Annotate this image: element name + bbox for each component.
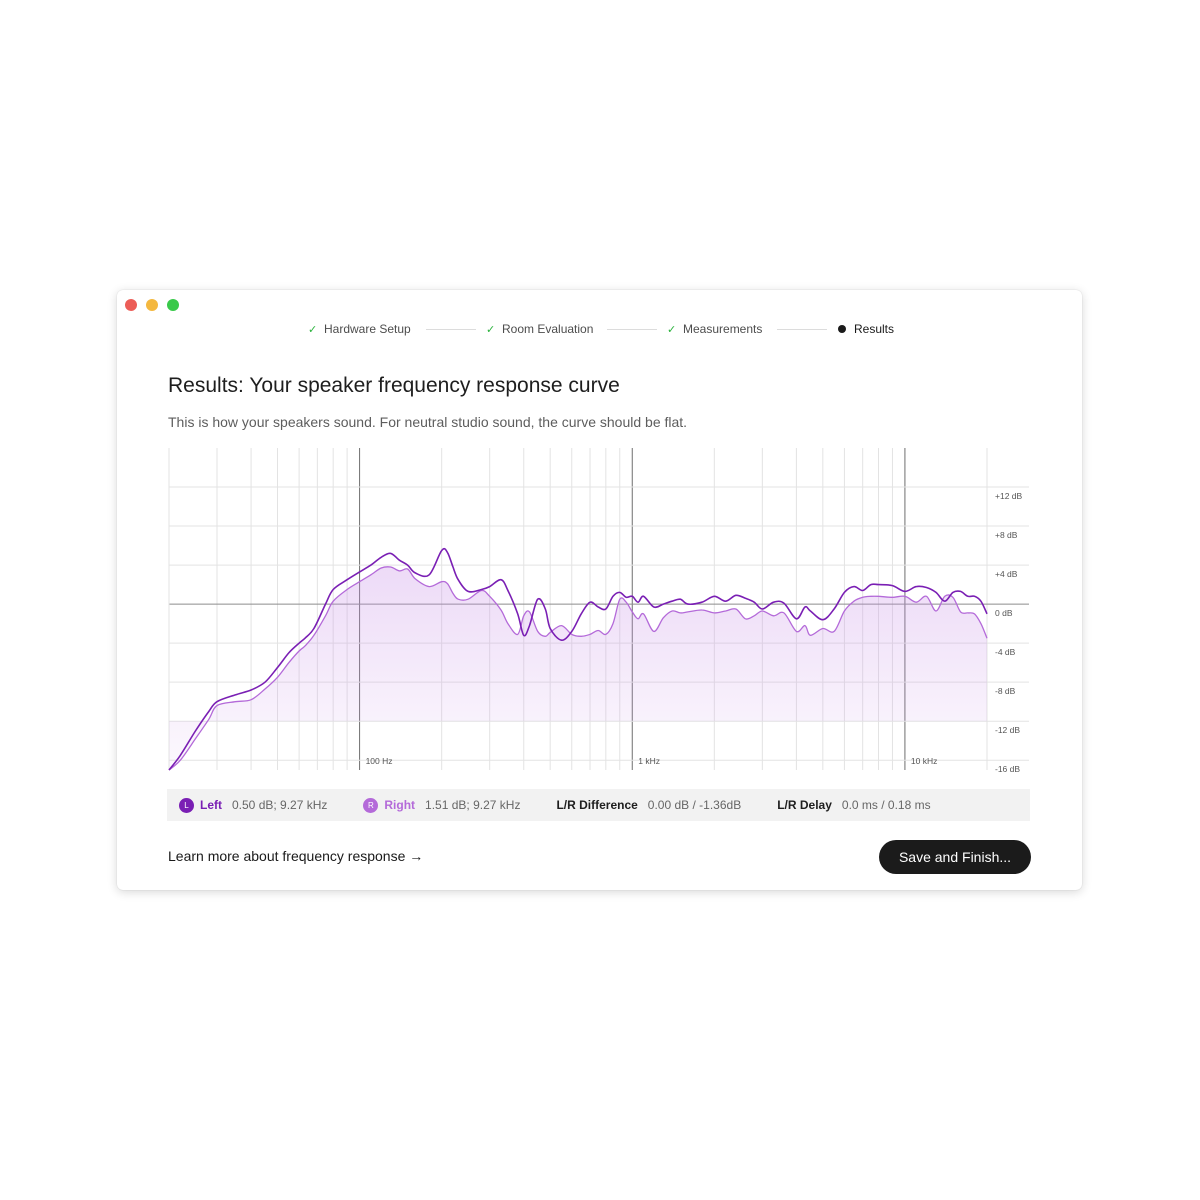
step-connector (426, 329, 476, 330)
stat-right-label: Right (384, 798, 416, 812)
step-label: Measurements (683, 322, 763, 336)
save-and-finish-button[interactable]: Save and Finish... (879, 840, 1031, 874)
maximize-icon[interactable] (167, 299, 179, 311)
step-connector (777, 329, 827, 330)
step-label: Hardware Setup (324, 322, 411, 336)
stat-lr-difference: L/R Difference 0.00 dB / -1.36dB (556, 798, 741, 812)
stat-delay-value: 0.0 ms / 0.18 ms (841, 798, 931, 812)
step-label: Room Evaluation (502, 322, 594, 336)
page-subtitle: This is how your speakers sound. For neu… (168, 414, 688, 430)
x-tick-label: 1 kHz (638, 756, 660, 766)
right-channel-badge: R (363, 797, 379, 813)
app-window: ✓ Hardware Setup ✓ Room Evaluation ✓ Mea… (117, 290, 1082, 890)
step-label: Results (854, 322, 895, 336)
check-icon: ✓ (486, 323, 496, 336)
stat-left-value: 0.50 dB; 9.27 kHz (232, 798, 328, 812)
y-tick-label: +4 dB (995, 569, 1018, 579)
current-step-dot-icon (838, 325, 846, 333)
close-icon[interactable] (125, 299, 137, 311)
stat-right-value: 1.51 dB; 9.27 kHz (425, 798, 521, 812)
stat-diff-label: L/R Difference (556, 798, 638, 812)
y-tick-label: -16 dB (995, 764, 1020, 773)
stat-left-label: Left (200, 798, 222, 812)
measurement-stats-bar: L Left 0.50 dB; 9.27 kHz R Right 1.51 dB… (167, 789, 1030, 821)
stat-diff-value: 0.00 dB / -1.36dB (647, 798, 742, 812)
page-title: Results: Your speaker frequency response… (168, 374, 620, 397)
step-connector (607, 329, 657, 330)
window-controls (125, 299, 179, 311)
stat-lr-delay: L/R Delay 0.0 ms / 0.18 ms (777, 798, 930, 812)
y-tick-label: -4 dB (995, 647, 1016, 657)
check-icon: ✓ (667, 323, 677, 336)
progress-stepper: ✓ Hardware Setup ✓ Room Evaluation ✓ Mea… (117, 322, 1082, 338)
x-tick-label: 10 kHz (911, 756, 937, 766)
stat-left: L Left 0.50 dB; 9.27 kHz (179, 797, 328, 813)
y-tick-label: +8 dB (995, 530, 1018, 540)
y-tick-label: +12 dB (995, 491, 1023, 501)
step-room-evaluation[interactable]: ✓ Room Evaluation (486, 322, 593, 336)
check-icon: ✓ (308, 323, 318, 336)
minimize-icon[interactable] (146, 299, 158, 311)
stat-delay-label: L/R Delay (777, 798, 832, 812)
chart-svg: 100 Hz 1 kHz 10 kHz +12 dB +8 dB +4 dB 0 dB -4 … (168, 448, 1029, 773)
x-tick-label: 100 Hz (366, 756, 393, 766)
stat-right: R Right 1.51 dB; 9.27 kHz (363, 797, 521, 813)
frequency-response-chart: 100 Hz 1 kHz 10 kHz +12 dB +8 dB +4 dB 0 dB -4 … (167, 448, 1032, 773)
y-tick-label: 0 dB (995, 608, 1013, 618)
step-measurements[interactable]: ✓ Measurements (667, 322, 762, 336)
left-channel-badge: L (179, 797, 194, 813)
learn-more-link[interactable]: Learn more about frequency response → (168, 848, 423, 864)
y-tick-label: -12 dB (995, 725, 1020, 735)
y-tick-label: -8 dB (995, 686, 1016, 696)
step-results[interactable]: Results (838, 322, 894, 336)
step-hardware-setup[interactable]: ✓ Hardware Setup (308, 322, 411, 336)
